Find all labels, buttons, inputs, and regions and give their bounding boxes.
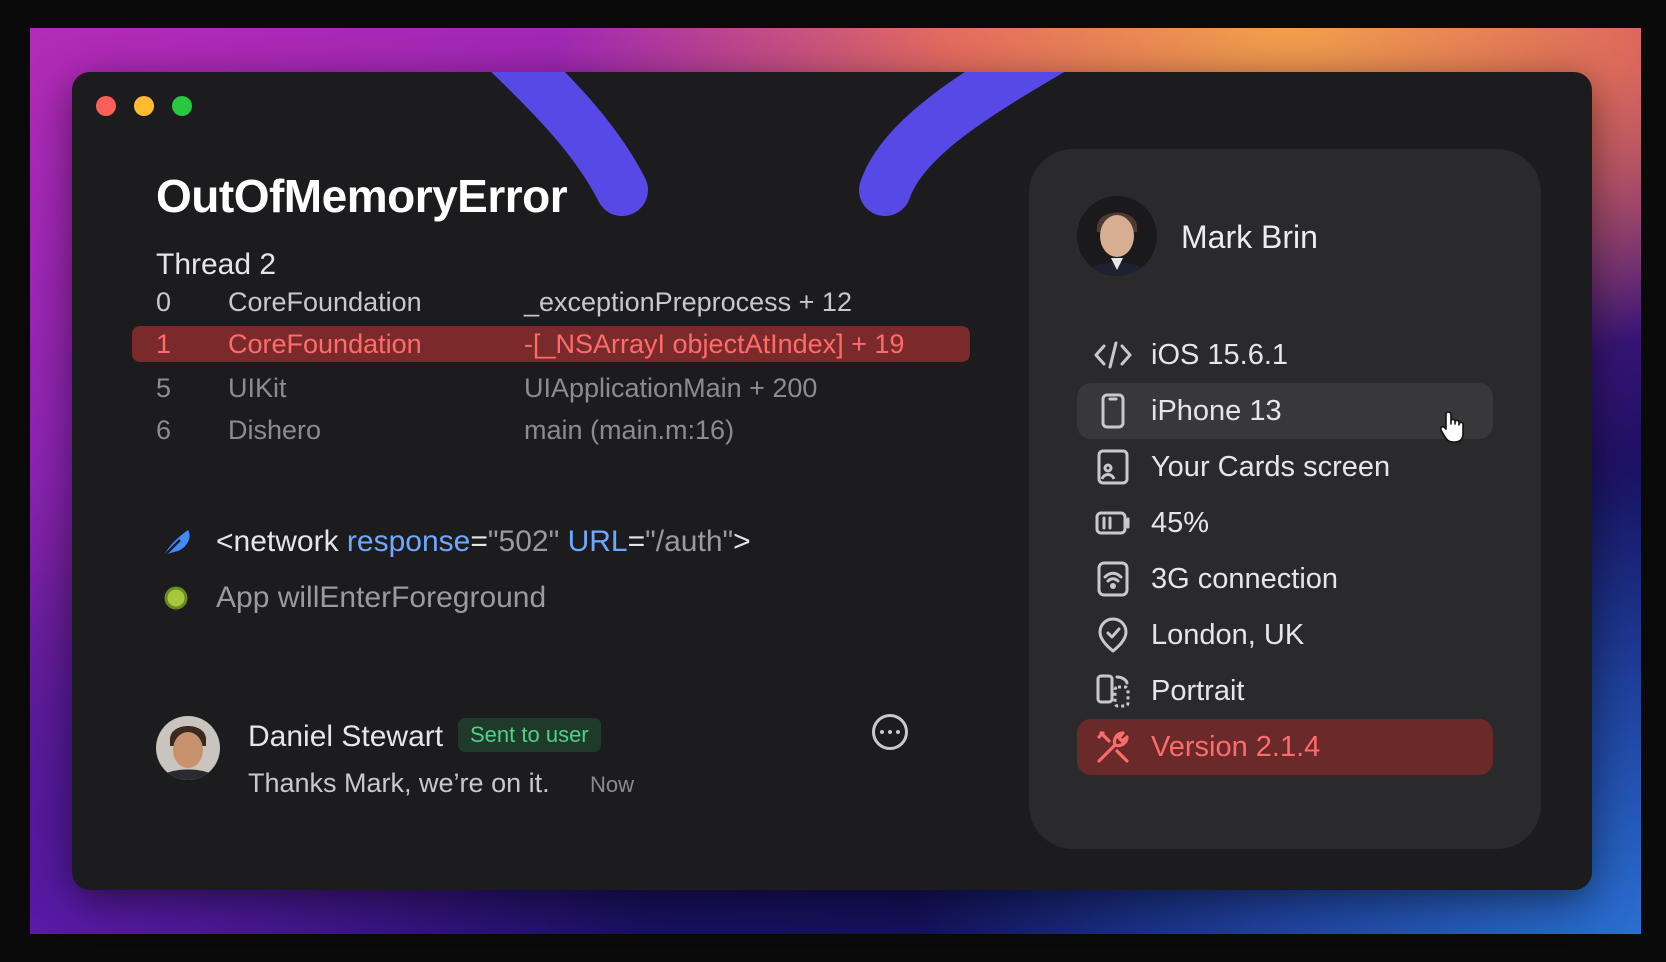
code-icon [1093, 335, 1133, 375]
comment-message: Thanks Mark, we’re on it. [248, 768, 550, 798]
battery-item[interactable]: 45% [1077, 495, 1493, 551]
hand-cursor-icon [1440, 411, 1464, 443]
screen-icon [1093, 447, 1133, 487]
equals-sign: = [470, 525, 488, 558]
maximize-window-button[interactable] [172, 96, 192, 116]
comment: Daniel Stewart Sent to user Thanks Mark,… [156, 716, 916, 798]
frame-library: UIKit [228, 373, 287, 403]
orientation-item[interactable]: Portrait [1077, 663, 1493, 719]
frame-index: 5 [156, 373, 172, 403]
stack-frame-highlighted[interactable]: 1 CoreFoundation -[_NSArrayI objectAtInd… [132, 326, 970, 362]
sent-status-badge: Sent to user [458, 718, 601, 752]
os-version-item[interactable]: iOS 15.6.1 [1077, 327, 1493, 383]
frame-library: Dishero [228, 415, 322, 445]
more-dot [896, 730, 900, 734]
frame-function: main (main.m:16) [524, 415, 735, 445]
phone-icon [1093, 391, 1133, 431]
frame-function: -[_NSArrayI objectAtIndex] + 19 [524, 329, 905, 359]
minimize-window-button[interactable] [134, 96, 154, 116]
frame-library: CoreFoundation [228, 329, 422, 359]
network-tag-close: > [733, 525, 751, 558]
device-model-label: iPhone 13 [1151, 394, 1282, 427]
network-attr-url: URL [567, 525, 628, 558]
stack-frame[interactable]: 0 CoreFoundation _exceptionPreprocess + … [132, 282, 970, 322]
screen-item[interactable]: Your Cards screen [1077, 439, 1493, 495]
window-controls [96, 96, 192, 116]
device-model-item[interactable]: iPhone 13 [1077, 383, 1493, 439]
orientation-label: Portrait [1151, 674, 1245, 707]
frame-index: 1 [156, 329, 172, 359]
frame-index: 6 [156, 415, 172, 445]
frame-library: CoreFoundation [228, 287, 422, 317]
location-label: London, UK [1151, 618, 1305, 651]
network-url-value: "/auth" [645, 525, 734, 558]
user-details-panel: Mark Brin iOS 15.6.1 iPhone 13 Your Card… [1029, 149, 1541, 849]
equals-sign: = [627, 525, 646, 558]
status-dot-icon [156, 578, 196, 618]
orientation-icon [1093, 671, 1133, 711]
frame-function: UIApplicationMain + 200 [524, 373, 818, 403]
connection-label: 3G connection [1151, 562, 1339, 595]
network-event[interactable]: <network response = "502" URL = "/auth" > [156, 522, 751, 562]
tools-icon [1093, 727, 1133, 767]
app-version-label: Version 2.1.4 [1151, 730, 1321, 763]
error-title: OutOfMemoryError [156, 170, 568, 222]
feather-icon [156, 522, 196, 562]
frame-function: _exceptionPreprocess + 12 [524, 287, 852, 317]
commenter-avatar [156, 716, 220, 780]
user-avatar[interactable] [1077, 196, 1157, 276]
wifi-icon [1093, 559, 1133, 599]
close-window-button[interactable] [96, 96, 116, 116]
user-name: Mark Brin [1181, 219, 1318, 255]
stack-frame[interactable]: 5 UIKit UIApplicationMain + 200 [132, 368, 970, 408]
lifecycle-event-text: App willEnterForeground [216, 581, 547, 614]
screen-label: Your Cards screen [1151, 450, 1391, 483]
battery-icon [1093, 503, 1133, 543]
frame-index: 0 [156, 287, 172, 317]
comment-timestamp: Now [590, 772, 635, 797]
more-options-button[interactable] [872, 714, 908, 750]
network-attr-response: response [346, 525, 471, 558]
thread-label: Thread 2 [156, 248, 277, 281]
commenter-name: Daniel Stewart [248, 720, 444, 753]
connection-item[interactable]: 3G connection [1077, 551, 1493, 607]
app-window: OutOfMemoryError Thread 2 0 CoreFoundati… [72, 72, 1592, 890]
more-dot [880, 730, 884, 734]
location-item[interactable]: London, UK [1077, 607, 1493, 663]
battery-label: 45% [1151, 506, 1210, 539]
stack-trace: 0 CoreFoundation _exceptionPreprocess + … [132, 282, 970, 452]
network-response-value: "502" [487, 525, 560, 558]
device-info-list: iOS 15.6.1 iPhone 13 Your Cards screen 4… [1077, 327, 1493, 775]
lifecycle-event[interactable]: App willEnterForeground [156, 578, 546, 618]
stack-frame[interactable]: 6 Dishero main (main.m:16) [132, 410, 970, 450]
location-icon [1093, 615, 1133, 655]
os-version-label: iOS 15.6.1 [1151, 338, 1289, 371]
network-tag-open: <network [216, 525, 339, 558]
app-version-item[interactable]: Version 2.1.4 [1077, 719, 1493, 775]
more-dot [888, 730, 892, 734]
